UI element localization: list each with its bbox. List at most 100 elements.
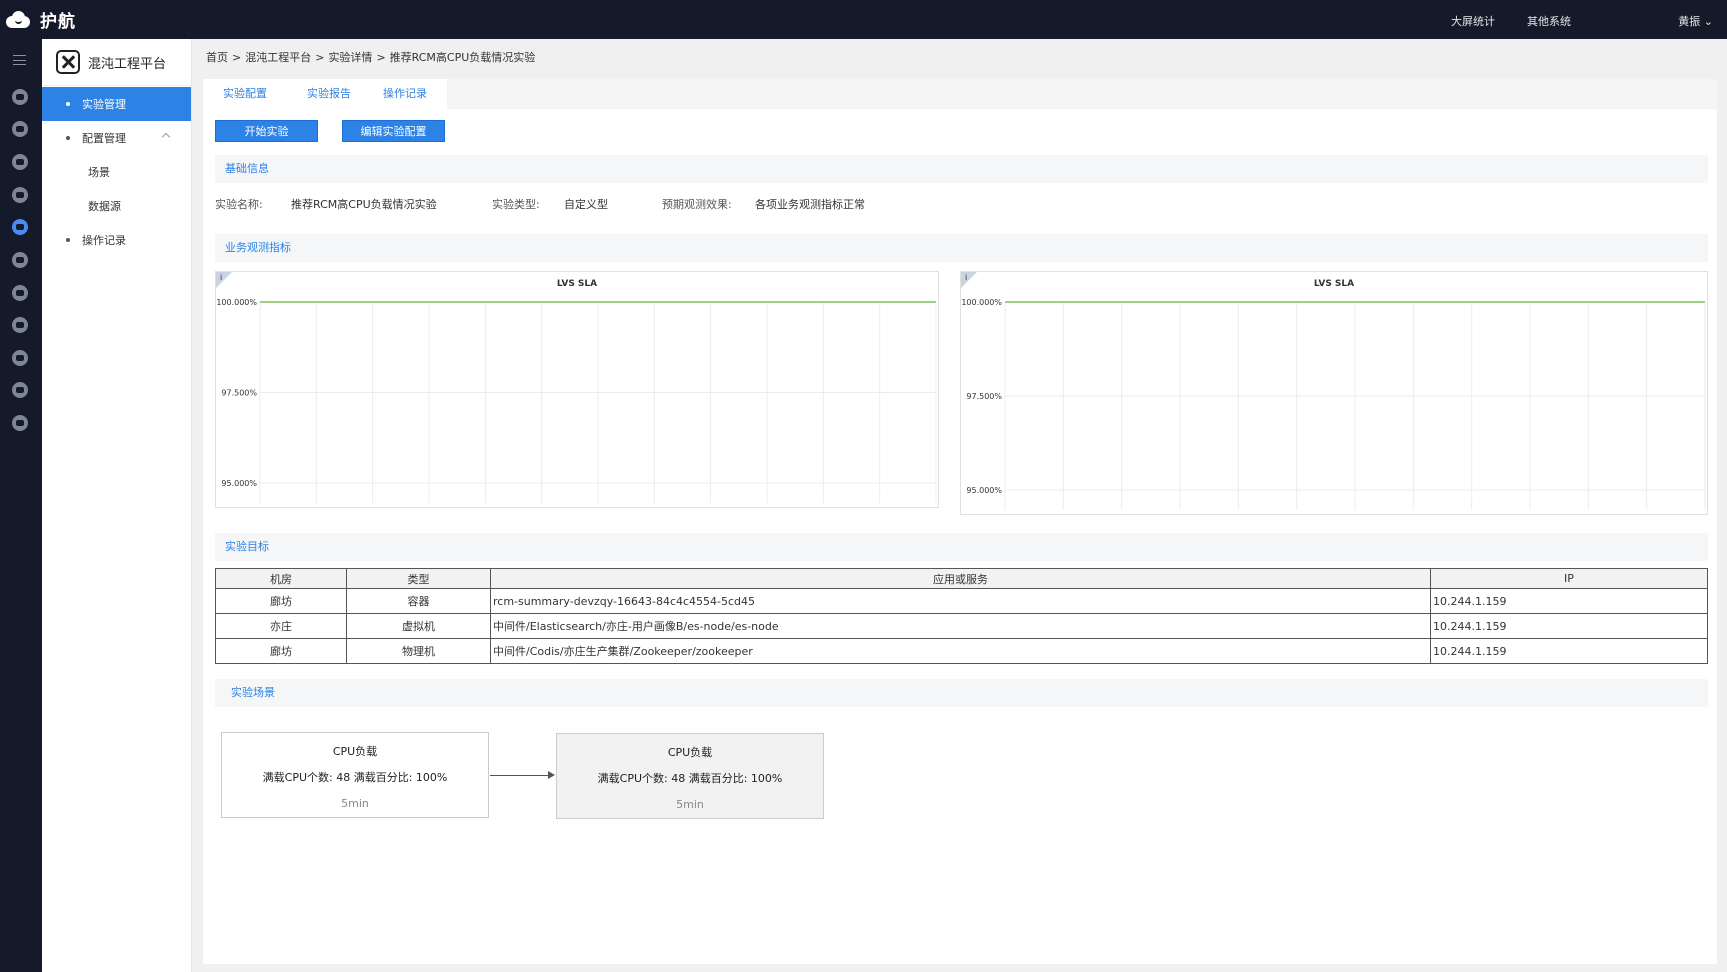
cell-room: 廊坊 [215, 588, 347, 614]
chart-svg: 100.000% 97.500% 95.000% LVS SLA [961, 279, 1706, 510]
chaos-icon[interactable] [12, 219, 28, 235]
chart-title: LVS SLA [1314, 279, 1354, 289]
breadcrumb: 首页 > 混沌工程平台 > 实验详情 > 推荐RCM高CPU负载情况实验 [206, 49, 535, 65]
bullet-icon [66, 136, 70, 140]
cell-service: 中间件/Elasticsearch/亦庄-用户画像B/es-node/es-no… [490, 613, 1431, 639]
tab-bar-background [283, 79, 1717, 109]
storage-icon[interactable] [12, 317, 28, 333]
y-tick-label: 97.500% [221, 389, 257, 398]
experiment-name-value: 推荐RCM高CPU负载情况实验 [291, 198, 437, 211]
cell-ip: 10.244.1.159 [1430, 638, 1708, 664]
breadcrumb-platform[interactable]: 混沌工程平台 [245, 51, 311, 64]
section-business-metrics: 业务观测指标 [215, 234, 1708, 262]
cell-ip: 10.244.1.159 [1430, 588, 1708, 614]
expected-effect-value: 各项业务观测指标正常 [755, 198, 865, 211]
chart-svg: 100.000% 97.500% 95.000% LVS SLA [216, 279, 937, 503]
scenario-step-2[interactable]: CPU负载 满载CPU个数: 48 满载百分比: 100% 5min [556, 733, 824, 819]
cluster-icon[interactable] [12, 350, 28, 366]
app-title: 护航 [40, 12, 76, 32]
chart-info-corner[interactable] [961, 272, 977, 288]
experiment-type-label: 实验类型: [492, 198, 540, 211]
app-logo[interactable]: 护航 [4, 7, 76, 32]
start-experiment-button[interactable]: 开始实验 [215, 120, 318, 142]
chaos-logo-icon [56, 50, 80, 74]
sidebar-brand: 混沌工程平台 [42, 39, 191, 86]
section-experiment-scenario: 实验场景 [215, 679, 1708, 707]
cell-room: 亦庄 [215, 613, 347, 639]
users-icon[interactable] [12, 382, 28, 398]
sidebar-item-config-management[interactable]: 配置管理 [42, 121, 191, 155]
database-icon[interactable] [12, 285, 28, 301]
scenario-connector [490, 775, 552, 776]
table-row: 亦庄 虚拟机 中间件/Elasticsearch/亦庄-用户画像B/es-nod… [215, 613, 1708, 639]
top-link-other-systems[interactable]: 其他系统 [1527, 13, 1571, 29]
y-tick-label: 95.000% [966, 486, 1002, 495]
cell-type: 虚拟机 [346, 613, 491, 639]
scenario-step-1[interactable]: CPU负载 满载CPU个数: 48 满载百分比: 100% 5min [221, 732, 489, 818]
breadcrumb-home[interactable]: 首页 [206, 51, 228, 64]
cell-type: 物理机 [346, 638, 491, 664]
chart-info-corner[interactable] [216, 272, 232, 288]
sidebar-item-scenes[interactable]: 场景 [42, 155, 191, 189]
chart-title: LVS SLA [557, 279, 597, 289]
sidebar-item-label: 配置管理 [82, 132, 126, 145]
sidebar-item-label: 实验管理 [82, 98, 126, 111]
scenario-title: CPU负载 [332, 745, 378, 758]
cell-type: 容器 [346, 588, 491, 614]
sidebar-item-experiment-management[interactable]: 实验管理 [42, 87, 191, 121]
tab-bar: 实验配置 实验报告 操作记录 [203, 79, 1717, 109]
hamburger-menu-icon[interactable] [13, 55, 26, 65]
edit-experiment-config-button[interactable]: 编辑实验配置 [342, 120, 445, 142]
scenario-params: 满载CPU个数: 48 满载百分比: 100% [262, 771, 448, 784]
y-tick-label: 100.000% [961, 298, 1002, 307]
cloud-icon [4, 9, 32, 31]
section-basic-info: 基础信息 [215, 155, 1708, 183]
breadcrumb-separator: > [232, 51, 242, 64]
cell-service: 中间件/Codis/亦庄生产集群/Zookeeper/zookeeper [490, 638, 1431, 664]
scenario-title: CPU负载 [667, 746, 713, 759]
arrow-right-icon [548, 771, 555, 779]
sidebar-item-datasources[interactable]: 数据源 [42, 189, 191, 223]
sidebar-brand-title: 混沌工程平台 [88, 56, 167, 72]
table-header-row: 机房 类型 应用或服务 IP [215, 568, 1708, 589]
bullet-icon [66, 102, 70, 106]
settings-icon[interactable] [12, 415, 28, 431]
table-row: 廊坊 容器 rcm-summary-devzqy-16643-84c4c4554… [215, 588, 1708, 614]
breadcrumb-experiment-details[interactable]: 实验详情 [328, 51, 372, 64]
tab-experiment-report[interactable]: 实验报告 [287, 79, 371, 109]
chevron-up-icon [161, 132, 171, 142]
top-link-dashboard[interactable]: 大屏统计 [1451, 13, 1495, 29]
targets-table: 机房 类型 应用或服务 IP 廊坊 容器 rcm-summary-devzqy-… [215, 568, 1708, 664]
icon-rail [0, 39, 42, 972]
warning-icon[interactable] [12, 187, 28, 203]
experiment-name-label: 实验名称: [215, 198, 263, 211]
experiment-type-value: 自定义型 [564, 198, 608, 211]
sidebar-item-operation-log[interactable]: 操作记录 [42, 223, 191, 257]
column-header-ip: IP [1430, 568, 1708, 589]
table-row: 廊坊 物理机 中间件/Codis/亦庄生产集群/Zookeeper/zookee… [215, 638, 1708, 664]
y-tick-label: 95.000% [221, 479, 257, 488]
tab-experiment-config[interactable]: 实验配置 [203, 79, 287, 109]
info-icon: i [220, 273, 223, 282]
chart-lvs-sla-1: 100.000% 97.500% 95.000% LVS SLA i [215, 271, 939, 508]
column-header-room: 机房 [215, 568, 347, 589]
y-tick-label: 100.000% [216, 298, 257, 307]
tab-operation-log[interactable]: 操作记录 [363, 79, 447, 109]
cell-room: 廊坊 [215, 638, 347, 664]
breadcrumb-current: 推荐RCM高CPU负载情况实验 [389, 51, 536, 64]
globe-icon[interactable] [12, 252, 28, 268]
sidebar-item-label: 操作记录 [82, 234, 126, 247]
scenario-duration: 5min [341, 797, 369, 810]
y-tick-label: 97.500% [966, 392, 1002, 401]
cell-service: rcm-summary-devzqy-16643-84c4c4554-5cd45 [490, 588, 1431, 614]
breadcrumb-separator: > [376, 51, 386, 64]
breadcrumb-separator: > [315, 51, 325, 64]
network-icon[interactable] [12, 121, 28, 137]
chart-lvs-sla-2: 100.000% 97.500% 95.000% LVS SLA i [960, 271, 1708, 515]
alert-icon[interactable] [12, 154, 28, 170]
cell-ip: 10.244.1.159 [1430, 613, 1708, 639]
info-icon: i [965, 273, 968, 282]
column-header-type: 类型 [346, 568, 491, 589]
user-menu[interactable]: 黄振 ⌄ [1678, 13, 1713, 29]
dashboard-icon[interactable] [12, 89, 28, 105]
